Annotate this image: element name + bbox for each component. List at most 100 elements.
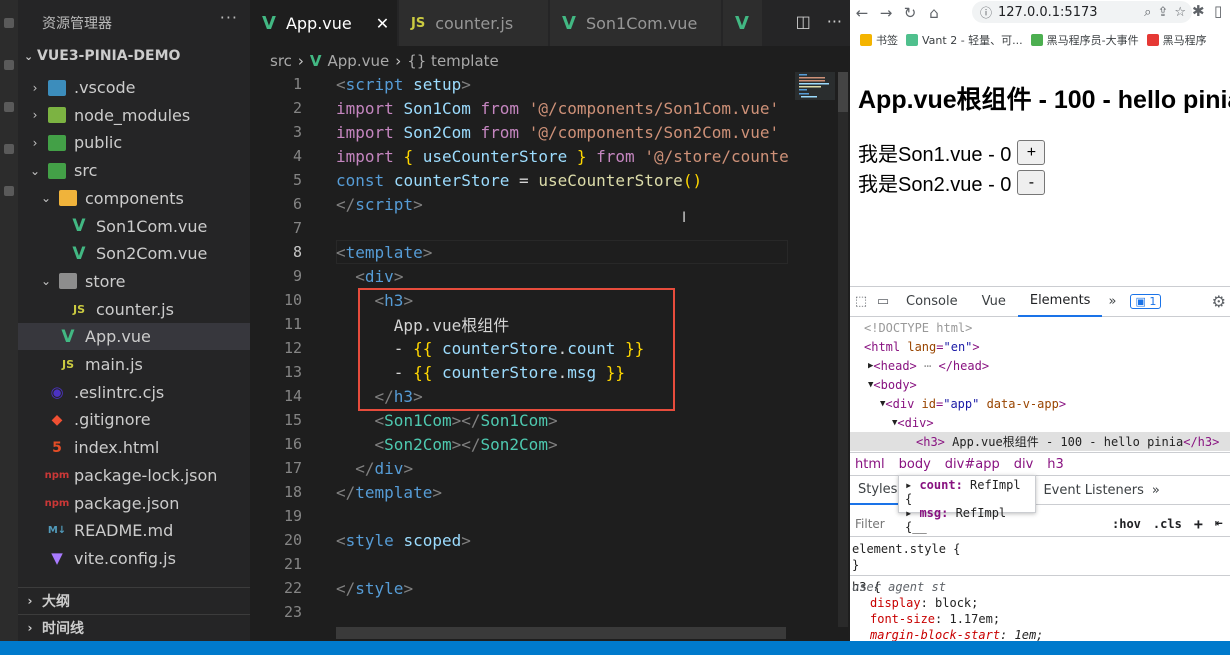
site-info-icon[interactable]: ⓘ — [980, 4, 992, 21]
code-line[interactable]: 5 const counterStore = useCounterStore() — [250, 168, 790, 192]
chevron-icon[interactable]: ⌄ — [39, 274, 53, 288]
breadcrumb-folder[interactable]: src — [270, 52, 292, 70]
cls-toggle[interactable]: .cls — [1153, 517, 1182, 531]
tree-item[interactable]: npm package-lock.json — [18, 462, 250, 489]
more-actions-icon[interactable]: ··· — [220, 8, 238, 27]
code-line[interactable]: 21 — [250, 552, 790, 576]
code-line[interactable]: 7 — [250, 216, 790, 240]
dom-head[interactable]: ▶ <head> ⋯ </head> — [868, 356, 989, 375]
device-toolbar-icon[interactable]: ▭ — [872, 294, 894, 309]
zoom-icon[interactable]: ⌕ — [1144, 5, 1151, 20]
dom-html[interactable]: <html lang = "en" > — [864, 337, 980, 356]
code-line[interactable]: 6 </script> — [250, 192, 790, 216]
horizontal-scrollbar[interactable] — [336, 627, 786, 639]
minimap[interactable] — [795, 72, 837, 627]
breadcrumb-file[interactable]: App.vue — [328, 52, 390, 70]
tree-item[interactable]: V App.vue — [18, 323, 250, 351]
tab-overflow[interactable]: V — [723, 0, 763, 46]
css-property[interactable]: display: block; — [870, 595, 978, 611]
tree-item[interactable]: npm package.json — [18, 490, 250, 517]
issues-badge[interactable]: ▣ 1 — [1130, 294, 1162, 309]
code-line[interactable]: 2 import Son1Com from '@/components/Son1C… — [250, 96, 790, 120]
code-line[interactable]: 20 <style scoped> — [250, 528, 790, 552]
tab-son1com-vue[interactable]: V Son1Com.vue — [550, 0, 722, 46]
address-bar[interactable]: ⓘ 127.0.0.1:5173 ⌕ ⇪ ☆ — [972, 1, 1192, 23]
forward-icon[interactable]: → — [874, 4, 898, 22]
inspect-element-icon[interactable]: ⬚ — [850, 294, 872, 309]
reload-icon[interactable]: ↻ — [898, 4, 922, 22]
vertical-scrollbar[interactable] — [838, 72, 848, 627]
run-debug-icon[interactable] — [4, 144, 14, 154]
home-icon[interactable]: ⌂ — [922, 4, 946, 22]
code-line[interactable]: 8 <template> — [250, 240, 790, 264]
styles-filter-input[interactable]: Filter — [855, 517, 1100, 531]
tree-item[interactable]: ⌄ src — [18, 157, 250, 184]
code-line[interactable]: 15 <Son1Com></Son1Com> — [250, 408, 790, 432]
outline-section[interactable]: › 大纲 — [18, 587, 250, 614]
chevron-icon[interactable]: › — [28, 108, 42, 122]
bookmark-item[interactable]: 黑马程序员-大事件 — [1030, 32, 1139, 48]
bookmark-star-icon[interactable]: ☆ — [1174, 5, 1186, 20]
extensions-icon[interactable] — [4, 186, 14, 196]
chevron-icon[interactable]: › — [28, 81, 42, 95]
dom-doctype[interactable]: <!DOCTYPE html> — [864, 318, 972, 337]
extensions-icon[interactable]: ✱ — [1192, 2, 1205, 20]
bookmark-item[interactable]: 黑马程序 — [1146, 32, 1207, 48]
tree-item[interactable]: M↓ README.md — [18, 517, 250, 544]
dom-h3-selected[interactable]: <h3> App.vue根组件 - 100 - hello pinia </h3> — [850, 432, 1230, 451]
dom-crumb[interactable]: div — [1014, 457, 1034, 472]
tab-console[interactable]: Console — [894, 287, 970, 317]
sidebar-icon[interactable]: ▯ — [1214, 2, 1222, 20]
code-line[interactable]: 18 </template> — [250, 480, 790, 504]
dom-body[interactable]: ▼ <body> — [868, 375, 917, 394]
tree-item[interactable]: › node_modules — [18, 102, 250, 129]
dom-crumb[interactable]: body — [899, 457, 931, 472]
dom-crumb[interactable]: div#app — [945, 457, 1000, 472]
decrement-button[interactable]: - — [1017, 170, 1046, 195]
code-line[interactable]: 19 — [250, 504, 790, 528]
timeline-section[interactable]: › 时间线 — [18, 614, 250, 641]
tree-item[interactable]: ◆ .gitignore — [18, 406, 250, 433]
bookmark-item[interactable]: Vant 2 - 轻量、可... — [906, 32, 1023, 48]
tree-item[interactable]: V Son2Com.vue — [18, 240, 250, 267]
tab-counter-js[interactable]: JS counter.js — [399, 0, 549, 46]
code-line[interactable]: 1 <script setup> — [250, 72, 790, 96]
tree-item[interactable]: ⌄ components — [18, 185, 250, 212]
breadcrumb-symbol[interactable]: {} template — [407, 52, 499, 70]
tree-item[interactable]: › .vscode — [18, 74, 250, 101]
split-editor-icon[interactable]: ◫ — [796, 12, 811, 31]
tree-item[interactable]: ◉ .eslintrc.cjs — [18, 379, 250, 406]
chevron-icon[interactable]: ⌄ — [39, 191, 53, 205]
add-rule-icon[interactable]: + — [1194, 515, 1203, 533]
tree-item[interactable]: JS counter.js — [18, 296, 250, 323]
code-line[interactable]: 3 import Son2Com from '@/components/Son2C… — [250, 120, 790, 144]
code-line[interactable]: 17 </div> — [250, 456, 790, 480]
code-line[interactable]: 4 import { useCounterStore } from '@/stor… — [250, 144, 790, 168]
share-icon[interactable]: ⇪ — [1157, 5, 1168, 20]
tab-event-listeners[interactable]: Event Listeners — [1035, 483, 1151, 498]
tree-item[interactable]: ▼ vite.config.js — [18, 545, 250, 572]
project-root[interactable]: ⌄ VUE3-PINIA-DEMO — [24, 48, 180, 64]
dom-div[interactable]: ▼ <div> — [892, 413, 934, 432]
source-control-icon[interactable] — [4, 102, 14, 112]
chevron-icon[interactable]: › — [28, 136, 42, 150]
dom-crumb[interactable]: html — [855, 457, 885, 472]
search-icon[interactable] — [4, 60, 14, 70]
tree-item[interactable]: 5 index.html — [18, 434, 250, 461]
tab-app-vue[interactable]: V App.vue ✕ — [250, 0, 398, 46]
chevron-icon[interactable]: ⌄ — [28, 164, 42, 178]
explorer-icon[interactable] — [4, 18, 14, 28]
gear-icon[interactable]: ⚙ — [1212, 292, 1226, 311]
tab-elements[interactable]: Elements — [1017, 287, 1103, 317]
dom-crumb[interactable]: h3 — [1047, 457, 1064, 472]
increment-button[interactable]: + — [1017, 140, 1046, 165]
hov-toggle[interactable]: :hov — [1112, 517, 1141, 531]
code-line[interactable]: 16 <Son2Com></Son2Com> — [250, 432, 790, 456]
code-line[interactable]: 9 <div> — [250, 264, 790, 288]
sidebar-toggle-icon[interactable]: ⇤ — [1215, 516, 1223, 531]
element-style-rule[interactable]: element.style { — [852, 541, 960, 557]
tab-vue[interactable]: Vue — [970, 287, 1018, 317]
css-property[interactable]: margin-block-start: 1em; — [870, 627, 1043, 641]
more-tabs-icon[interactable]: » — [1102, 294, 1122, 309]
more-tabs-icon[interactable]: » — [1152, 483, 1160, 498]
